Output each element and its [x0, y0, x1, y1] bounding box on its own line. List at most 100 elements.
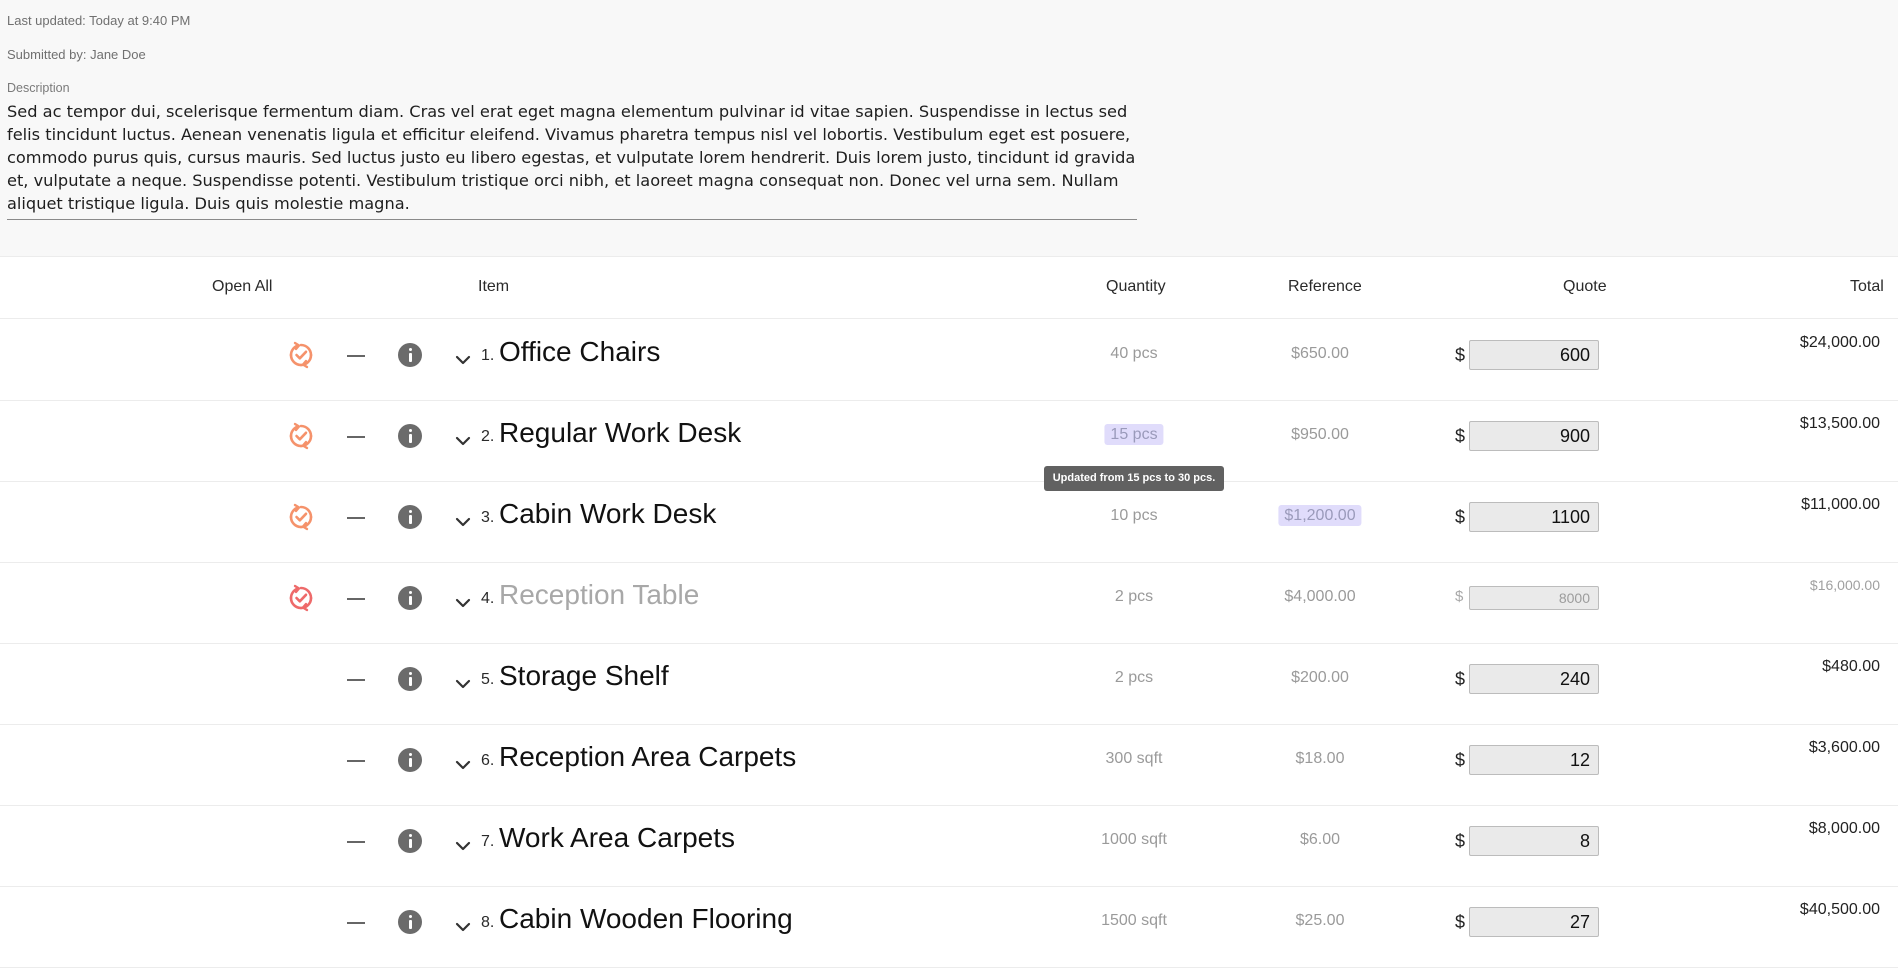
item-quantity: 2 pcs: [1115, 669, 1153, 687]
table-row: 5.Storage Shelf 2 pcs $200.00 $ $480.00: [0, 643, 1898, 725]
info-icon[interactable]: [398, 586, 422, 610]
item-name: Reception Table: [499, 579, 700, 610]
item-quantity-value: 10 pcs: [1110, 507, 1158, 524]
remove-item-button[interactable]: [347, 679, 365, 681]
item-total: $40,500.00: [1799, 901, 1880, 918]
item-quantity-value: 2 pcs: [1114, 669, 1154, 686]
table-row: 6.Reception Area Carpets 300 sqft $18.00 $ $…: [0, 724, 1898, 806]
table-row: 3.Cabin Work Desk 10 pcs $1,200.00 $ $11,000…: [0, 481, 1898, 563]
quote-input[interactable]: [1469, 502, 1599, 532]
item-number: 2.: [481, 428, 495, 445]
info-icon[interactable]: [398, 424, 422, 448]
info-icon[interactable]: [398, 343, 422, 367]
item-quantity-value: 15 pcs: [1104, 424, 1164, 445]
remove-item-button[interactable]: [347, 355, 365, 357]
item-reference-value: $1,200.00: [1278, 505, 1362, 526]
info-icon[interactable]: [398, 829, 422, 853]
submitted-by-text: Submitted by: Jane Doe: [7, 47, 146, 62]
item-number: 8.: [481, 914, 495, 931]
quote-column-header: Quote: [1563, 278, 1607, 295]
item-name: Cabin Work Desk: [499, 498, 717, 529]
info-icon[interactable]: [398, 748, 422, 772]
item-reference-value: $650.00: [1291, 345, 1349, 362]
item-total: $13,500.00: [1799, 415, 1880, 432]
item-quantity: 1000 sqft: [1101, 831, 1167, 849]
chevron-down-icon[interactable]: [455, 757, 471, 770]
sync-check-icon[interactable]: [286, 502, 316, 532]
item-reference: $950.00: [1291, 426, 1349, 444]
item-name: Office Chairs: [499, 336, 661, 367]
remove-item-button[interactable]: [347, 598, 365, 600]
quote-input[interactable]: [1469, 907, 1599, 937]
table-row: 7.Work Area Carpets 1000 sqft $6.00 $ $8,000…: [0, 805, 1898, 887]
info-icon[interactable]: [398, 505, 422, 529]
item-quantity: 1500 sqft: [1101, 912, 1167, 930]
item-total: $16,000.00: [1809, 577, 1880, 593]
info-icon[interactable]: [398, 910, 422, 934]
item-total: $480.00: [1822, 658, 1880, 675]
sync-check-icon[interactable]: [286, 340, 316, 370]
sync-check-icon[interactable]: [286, 583, 316, 613]
remove-item-button[interactable]: [347, 841, 365, 843]
remove-item-button[interactable]: [347, 760, 365, 762]
open-all-button[interactable]: Open All: [212, 278, 272, 296]
remove-item-button[interactable]: [347, 436, 365, 438]
quote-input[interactable]: [1469, 745, 1599, 775]
chevron-down-icon[interactable]: [455, 676, 471, 689]
currency-symbol: $: [1455, 426, 1466, 446]
chevron-down-icon[interactable]: [455, 838, 471, 851]
quote-input[interactable]: [1469, 421, 1599, 451]
table-row: 8.Cabin Wooden Flooring 1500 sqft $25.00 $ $…: [0, 886, 1898, 968]
item-number: 1.: [481, 347, 495, 364]
item-quantity: 300 sqft: [1106, 750, 1163, 768]
item-quantity: 40 pcs: [1110, 345, 1157, 363]
description-field[interactable]: Sed ac tempor dui, scelerisque fermentum…: [7, 100, 1137, 220]
item-reference: $200.00: [1291, 669, 1349, 687]
currency-symbol: $: [1455, 912, 1466, 932]
item-quantity: 10 pcs: [1110, 507, 1157, 525]
item-column-header: Item: [478, 278, 510, 295]
item-name: Regular Work Desk: [499, 417, 742, 448]
request-details-panel: Last updated: Today at 9:40 PM Submitted…: [0, 0, 1898, 257]
item-quantity-value: 2 pcs: [1114, 588, 1154, 605]
sync-check-icon[interactable]: [286, 421, 316, 451]
item-reference-value: $4,000.00: [1284, 588, 1356, 605]
item-reference: $6.00: [1300, 831, 1340, 849]
currency-symbol: $: [1455, 588, 1464, 605]
quote-input[interactable]: [1469, 826, 1599, 856]
chevron-down-icon[interactable]: [455, 595, 471, 608]
quote-input[interactable]: [1469, 586, 1599, 610]
quote-input[interactable]: [1469, 340, 1599, 370]
item-reference-value: $950.00: [1291, 426, 1349, 443]
item-reference-value: $200.00: [1291, 669, 1349, 686]
currency-symbol: $: [1455, 507, 1466, 527]
currency-symbol: $: [1455, 669, 1466, 689]
item-name: Storage Shelf: [499, 660, 669, 691]
chevron-down-icon[interactable]: [455, 919, 471, 932]
item-reference: $4,000.00: [1284, 588, 1355, 606]
item-reference: $1,200.00: [1278, 505, 1362, 526]
chevron-down-icon[interactable]: [455, 514, 471, 527]
item-name: Reception Area Carpets: [499, 741, 797, 772]
item-name: Work Area Carpets: [499, 822, 736, 853]
item-name: Cabin Wooden Flooring: [499, 903, 793, 934]
item-quantity-value: 1500 sqft: [1101, 912, 1167, 929]
item-reference: $650.00: [1291, 345, 1349, 363]
item-total: $11,000.00: [1801, 496, 1880, 513]
currency-symbol: $: [1455, 345, 1466, 365]
remove-item-button[interactable]: [347, 922, 365, 924]
item-total: $3,600.00: [1808, 739, 1880, 756]
info-icon[interactable]: [398, 667, 422, 691]
item-quantity-value: 40 pcs: [1110, 345, 1158, 362]
item-total: $24,000.00: [1799, 334, 1880, 351]
chevron-down-icon[interactable]: [455, 433, 471, 446]
remove-item-button[interactable]: [347, 517, 365, 519]
quote-input[interactable]: [1469, 664, 1599, 694]
chevron-down-icon[interactable]: [455, 352, 471, 365]
item-number: 3.: [481, 509, 495, 526]
item-reference-value: $25.00: [1295, 912, 1345, 929]
last-updated-text: Last updated: Today at 9:40 PM: [7, 13, 191, 28]
quantity-change-tooltip: Updated from 15 pcs to 30 pcs.: [1044, 466, 1224, 491]
reference-column-header: Reference: [1288, 278, 1362, 295]
item-reference: $25.00: [1296, 912, 1345, 930]
